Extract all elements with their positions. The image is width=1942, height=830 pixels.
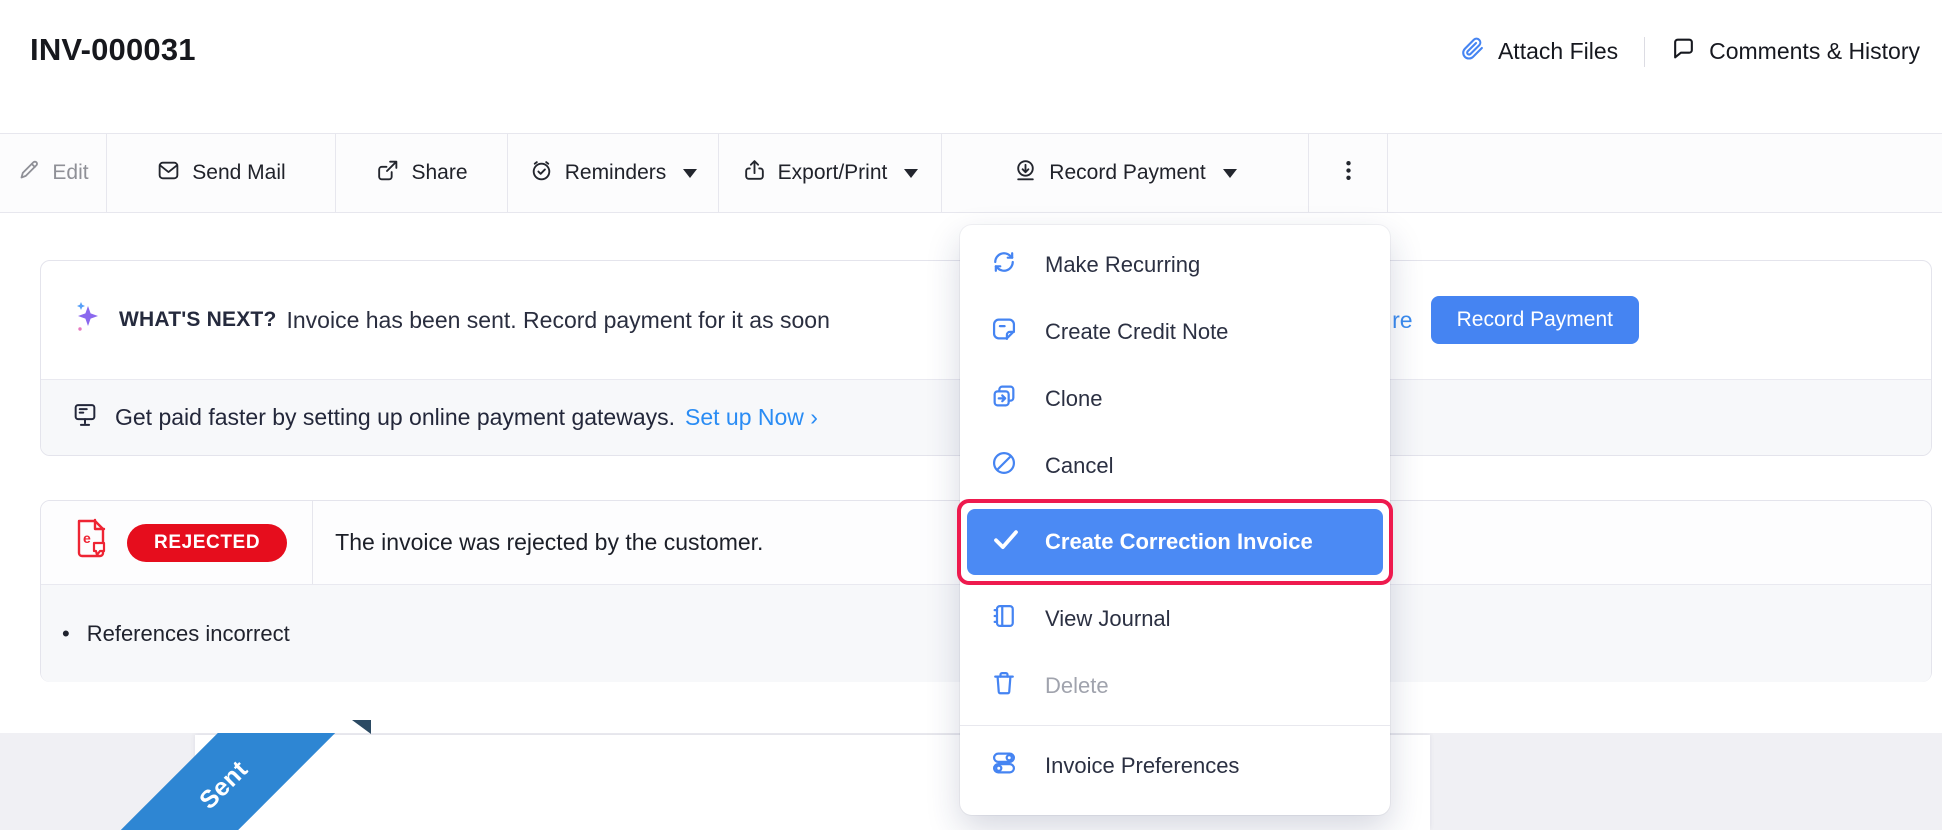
menu-item-label: Cancel	[1045, 452, 1114, 478]
edit-label: Edit	[52, 161, 89, 184]
whats-next-label: WHAT'S NEXT?	[119, 308, 277, 331]
credit-note-icon	[990, 315, 1018, 349]
attach-files-label: Attach Files	[1497, 38, 1619, 64]
sparkle-icon	[71, 298, 105, 343]
bullet-point: •	[62, 620, 70, 646]
page-header: INV-000031 Attach Files Comments & Histo…	[0, 0, 1942, 133]
export-print-label: Export/Print	[777, 161, 888, 184]
pencil-icon	[17, 158, 41, 188]
payment-gateway-text: Get paid faster by setting up online pay…	[115, 404, 675, 430]
trash-icon	[990, 669, 1018, 703]
rejection-reason: References incorrect	[86, 620, 290, 646]
share-label: Share	[411, 161, 468, 184]
share-button[interactable]: Share	[336, 134, 508, 212]
menu-item-label: Clone	[1045, 385, 1103, 411]
chevron-down-icon	[904, 168, 919, 178]
chevron-down-icon	[683, 168, 698, 178]
header-divider	[1644, 36, 1646, 67]
edit-button[interactable]: Edit	[0, 134, 107, 212]
cancel-icon	[990, 449, 1018, 483]
rejected-status-badge: REJECTED	[127, 523, 288, 562]
comments-history-button[interactable]: Comments & History	[1671, 36, 1920, 67]
paperclip-icon	[1460, 36, 1485, 67]
reminders-button[interactable]: Reminders	[508, 134, 719, 212]
clone-icon	[990, 382, 1018, 416]
invoice-detail-area: WHAT'S NEXT? Invoice has been sent. Reco…	[0, 213, 1942, 830]
record-payment-dropdown-button[interactable]: Record Payment	[942, 134, 1309, 212]
vertical-divider	[312, 501, 314, 584]
record-payment-label: Record Payment	[1049, 161, 1206, 184]
envelope-icon	[156, 158, 181, 189]
partial-link-text[interactable]: re	[1392, 307, 1412, 334]
share-icon	[375, 158, 400, 189]
chevron-down-icon	[1222, 168, 1237, 178]
sync-icon	[990, 248, 1018, 282]
payment-gateway-icon	[71, 401, 99, 435]
header-actions: Attach Files Comments & History	[1460, 36, 1920, 67]
menu-item-label: Make Recurring	[1045, 251, 1201, 277]
reminders-label: Reminders	[564, 161, 667, 184]
check-icon	[991, 524, 1021, 560]
record-payment-primary-button[interactable]: Record Payment	[1430, 296, 1639, 344]
more-options-dropdown-menu: Make Recurring Create Credit Note Clone …	[957, 225, 1393, 815]
send-mail-button[interactable]: Send Mail	[107, 134, 336, 212]
menu-item-view-journal[interactable]: View Journal	[960, 585, 1390, 652]
preferences-icon	[990, 749, 1018, 783]
more-options-button[interactable]	[1309, 134, 1388, 212]
menu-item-create-credit-note[interactable]: Create Credit Note	[960, 298, 1390, 365]
set-up-now-link[interactable]: Set up Now ›	[685, 404, 818, 431]
record-payment-icon	[1013, 158, 1038, 189]
alarm-check-icon	[529, 158, 554, 189]
svg-text:e: e	[83, 530, 91, 546]
page-title: INV-000031	[30, 32, 196, 67]
ribbon-fold-corner	[352, 720, 371, 734]
journal-icon	[990, 602, 1018, 636]
highlight-annotation-box: Create Correction Invoice	[957, 499, 1393, 585]
menu-item-invoice-preferences[interactable]: Invoice Preferences	[960, 732, 1390, 799]
export-print-button[interactable]: Export/Print	[719, 134, 942, 212]
rejected-document-icon: e	[69, 516, 113, 569]
menu-separator	[960, 725, 1390, 726]
menu-item-label: Create Credit Note	[1045, 318, 1229, 344]
rejection-message: The invoice was rejected by the customer…	[335, 529, 764, 555]
menu-item-label: Invoice Preferences	[1045, 752, 1240, 778]
export-icon	[742, 158, 767, 189]
menu-item-clone[interactable]: Clone	[960, 365, 1390, 432]
attach-files-button[interactable]: Attach Files	[1460, 36, 1618, 67]
menu-item-label: Create Correction Invoice	[1045, 529, 1313, 554]
toolbar-spacer	[1388, 134, 1942, 212]
menu-item-create-correction-invoice[interactable]: Create Correction Invoice	[967, 509, 1383, 575]
invoice-toolbar: Edit Send Mail Share Reminders Export/Pr…	[0, 133, 1942, 213]
menu-item-label: View Journal	[1045, 605, 1171, 631]
menu-item-make-recurring[interactable]: Make Recurring	[960, 231, 1390, 298]
menu-item-label: Delete	[1045, 672, 1109, 698]
chat-bubble-icon	[1671, 36, 1696, 67]
menu-item-delete[interactable]: Delete	[960, 652, 1390, 719]
vertical-ellipsis-icon	[1336, 158, 1361, 189]
send-mail-label: Send Mail	[192, 161, 286, 184]
comments-history-label: Comments & History	[1709, 38, 1920, 64]
menu-item-cancel[interactable]: Cancel	[960, 432, 1390, 499]
